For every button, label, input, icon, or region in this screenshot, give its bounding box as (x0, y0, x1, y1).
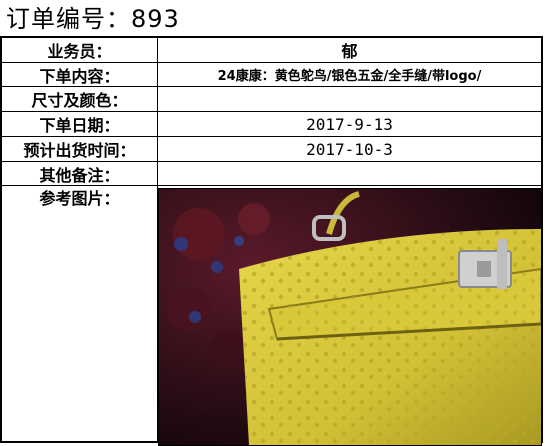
field-value-order-date: 2017-9-13 (306, 114, 393, 134)
bag-photo-illustration (159, 189, 541, 445)
order-number: 893 (131, 5, 180, 33)
field-label: 下单日期： (2, 112, 158, 136)
field-row-salesperson: 业务员： 郁 (2, 38, 541, 63)
field-label: 其他备注： (2, 162, 158, 185)
field-label: 业务员： (2, 38, 158, 62)
reference-photo (158, 188, 542, 446)
field-value-salesperson: 郁 (341, 42, 358, 61)
field-label: 下单内容： (2, 63, 158, 86)
field-row-notes: 其他备注： (2, 162, 541, 186)
field-value-size-color (158, 87, 541, 111)
field-row-size-color: 尺寸及颜色： (2, 87, 541, 112)
order-sheet: 业务员： 郁 下单内容： 24康康：黄色鸵鸟/银色五金/全手缝/带logo/ 尺… (0, 36, 543, 446)
order-number-label: 订单编号： (6, 5, 131, 33)
field-value-notes (158, 162, 541, 185)
field-label: 预计出货时间： (2, 137, 158, 161)
field-row-order-content: 下单内容： 24康康：黄色鸵鸟/银色五金/全手缝/带logo/ (2, 63, 541, 87)
field-label: 尺寸及颜色： (2, 87, 158, 111)
field-value-ship-date: 2017-10-3 (306, 139, 393, 159)
field-row-ship-date: 预计出货时间： 2017-10-3 (2, 137, 541, 162)
reference-photo-row: 参考图片： (2, 186, 542, 446)
order-title: 订单编号：893 (6, 3, 180, 35)
field-value-order-content: 24康康：黄色鸵鸟/银色五金/全手缝/带logo/ (217, 69, 482, 84)
reference-photo-label: 参考图片： (39, 189, 120, 208)
field-row-order-date: 下单日期： 2017-9-13 (2, 112, 541, 137)
